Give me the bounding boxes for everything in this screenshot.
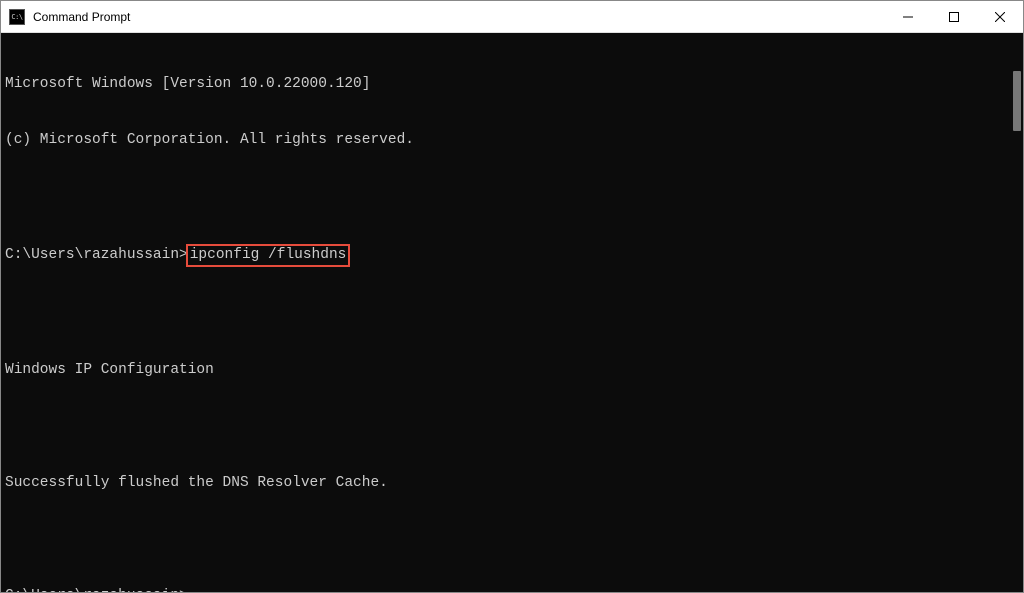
cmd-icon: C:\ xyxy=(9,9,25,25)
window-controls xyxy=(885,1,1023,32)
command-line: C:\Users\razahussain>ipconfig /flushdns xyxy=(5,244,1019,267)
minimize-icon xyxy=(903,12,913,22)
prompt-text: C:\Users\razahussain> xyxy=(5,247,188,263)
highlighted-command: ipconfig /flushdns xyxy=(186,244,351,267)
close-icon xyxy=(995,12,1005,22)
prompt-text: C:\Users\razahussain> xyxy=(5,588,188,592)
close-button[interactable] xyxy=(977,1,1023,32)
blank-line xyxy=(5,418,1019,437)
copyright-line: (c) Microsoft Corporation. All rights re… xyxy=(5,131,1019,150)
minimize-button[interactable] xyxy=(885,1,931,32)
blank-line xyxy=(5,305,1019,324)
output-header: Windows IP Configuration xyxy=(5,361,1019,380)
command-prompt-window: C:\ Command Prompt Micro xyxy=(0,0,1024,593)
cmd-icon-text: C:\ xyxy=(11,13,22,21)
blank-line xyxy=(5,531,1019,550)
titlebar[interactable]: C:\ Command Prompt xyxy=(1,1,1023,33)
maximize-button[interactable] xyxy=(931,1,977,32)
scrollbar-thumb[interactable] xyxy=(1013,71,1021,131)
maximize-icon xyxy=(949,12,959,22)
version-line: Microsoft Windows [Version 10.0.22000.12… xyxy=(5,75,1019,94)
prompt-line-2: C:\Users\razahussain> xyxy=(5,587,1019,592)
output-message: Successfully flushed the DNS Resolver Ca… xyxy=(5,474,1019,493)
window-title: Command Prompt xyxy=(33,10,885,24)
terminal-content: Microsoft Windows [Version 10.0.22000.12… xyxy=(5,37,1019,592)
blank-line xyxy=(5,188,1019,207)
terminal-area[interactable]: Microsoft Windows [Version 10.0.22000.12… xyxy=(1,33,1023,592)
